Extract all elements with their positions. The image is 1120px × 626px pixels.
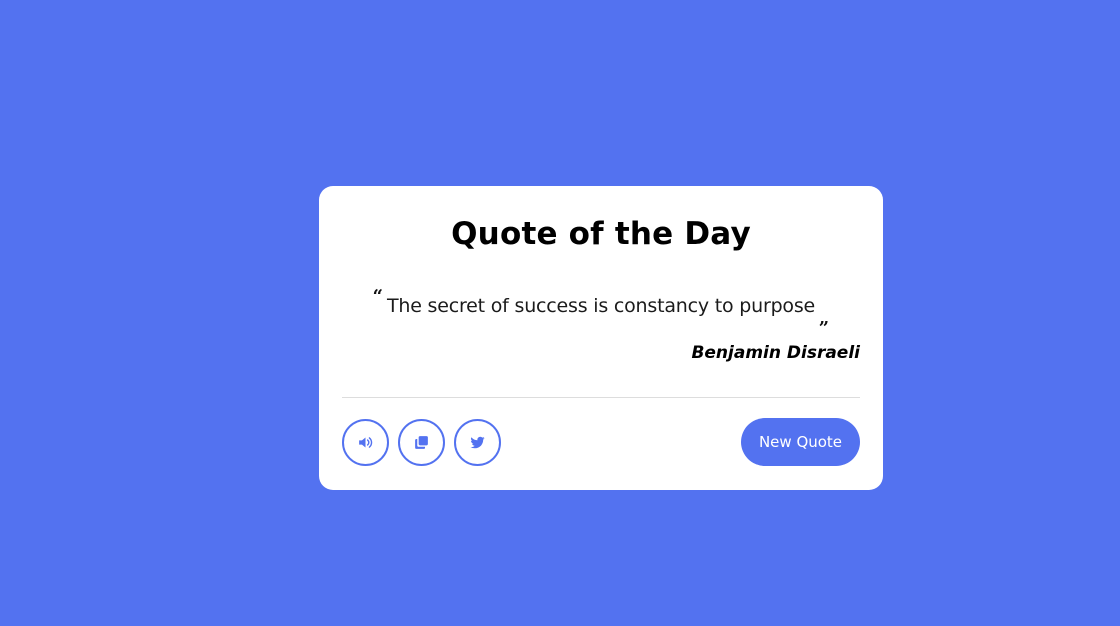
twitter-icon <box>469 434 486 451</box>
quote-card: Quote of the Day “The secret of success … <box>319 186 883 490</box>
copy-button[interactable] <box>398 419 445 466</box>
divider <box>342 397 860 398</box>
close-quote-icon: „ <box>819 308 830 329</box>
speaker-icon <box>357 434 374 451</box>
quote-area: “The secret of success is constancy to p… <box>319 286 883 329</box>
quote-text: The secret of success is constancy to pu… <box>386 295 816 317</box>
open-quote-icon: “ <box>372 286 383 307</box>
quote-author: Benjamin Disraeli <box>691 343 860 363</box>
speak-button[interactable] <box>342 419 389 466</box>
tweet-button[interactable] <box>454 419 501 466</box>
new-quote-button[interactable]: New Quote <box>741 418 860 466</box>
page-title: Quote of the Day <box>451 216 751 252</box>
copy-icon <box>413 434 430 451</box>
action-buttons <box>342 419 501 466</box>
